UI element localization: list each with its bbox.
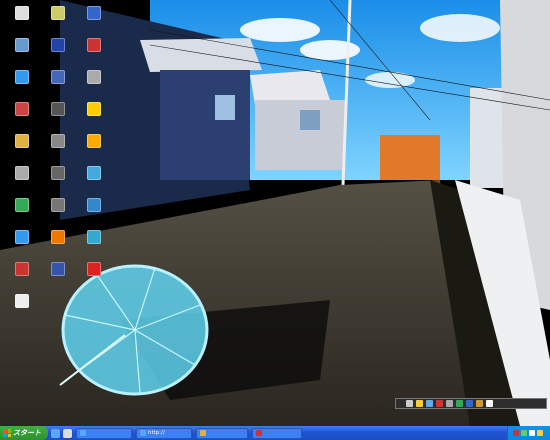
taskbar-button[interactable] bbox=[252, 427, 302, 439]
ie-icon bbox=[15, 230, 29, 244]
desktop-icon[interactable] bbox=[74, 134, 114, 168]
taskbar-button[interactable]: http:// bbox=[136, 427, 192, 439]
security-icon[interactable] bbox=[513, 430, 519, 436]
setup-icon bbox=[15, 102, 29, 116]
desktop-icon[interactable] bbox=[38, 230, 78, 264]
gear-icon bbox=[51, 134, 65, 148]
desktop-icon[interactable] bbox=[2, 262, 42, 296]
desktop-icon[interactable] bbox=[38, 6, 78, 40]
pdf-icon bbox=[15, 294, 29, 308]
app-icon bbox=[51, 70, 65, 84]
desktop-icon[interactable] bbox=[2, 198, 42, 232]
desktop-icon[interactable] bbox=[38, 262, 78, 296]
media-icon bbox=[87, 38, 101, 52]
app-icon bbox=[51, 166, 65, 180]
chat-icon[interactable] bbox=[426, 400, 433, 407]
app-icon bbox=[87, 230, 101, 244]
media-icon bbox=[256, 430, 262, 436]
desktop-icon[interactable] bbox=[74, 262, 114, 296]
ie-icon bbox=[140, 430, 146, 436]
bird-icon bbox=[87, 166, 101, 180]
media-icon bbox=[15, 198, 29, 212]
ie-icon[interactable] bbox=[51, 428, 60, 438]
sun-icon bbox=[87, 134, 101, 148]
acrobat-icon bbox=[51, 230, 65, 244]
flag-icon[interactable] bbox=[436, 400, 443, 407]
doc-icon[interactable] bbox=[406, 400, 413, 407]
desktop-icon[interactable] bbox=[74, 198, 114, 232]
desktop-toolbar bbox=[395, 398, 547, 409]
help-icon[interactable] bbox=[486, 400, 493, 407]
document-icon bbox=[51, 6, 65, 20]
desktop-icon[interactable] bbox=[74, 102, 114, 136]
desktop-icon[interactable] bbox=[74, 166, 114, 200]
taskbar: スタート http:// bbox=[0, 426, 550, 440]
desktop-icon[interactable] bbox=[38, 198, 78, 232]
taskbar-button[interactable] bbox=[196, 427, 248, 439]
top-left-icon bbox=[15, 6, 29, 20]
tool-icon bbox=[15, 166, 29, 180]
desktop-icon[interactable] bbox=[74, 230, 114, 264]
desktop-icon[interactable] bbox=[74, 70, 114, 104]
sun-icon bbox=[87, 102, 101, 116]
quick-launch bbox=[48, 428, 72, 438]
desktop-icon[interactable] bbox=[38, 102, 78, 136]
ie-icon bbox=[15, 70, 29, 84]
volume-icon[interactable] bbox=[529, 430, 535, 436]
desktop-icon[interactable] bbox=[74, 38, 114, 72]
star-icon[interactable] bbox=[416, 400, 423, 407]
desktop bbox=[0, 0, 550, 426]
taskbar-button[interactable] bbox=[76, 427, 132, 439]
app-icon[interactable] bbox=[476, 400, 483, 407]
folder-icon bbox=[15, 134, 29, 148]
desktop-icon[interactable] bbox=[2, 38, 42, 72]
app-icon[interactable] bbox=[466, 400, 473, 407]
folder-icon bbox=[200, 430, 206, 436]
tool-icon[interactable] bbox=[446, 400, 453, 407]
word-icon bbox=[51, 38, 65, 52]
desktop-icon[interactable] bbox=[2, 134, 42, 168]
desktop-icon[interactable] bbox=[38, 166, 78, 200]
desktop-icon[interactable] bbox=[38, 38, 78, 72]
globe-icon bbox=[87, 198, 101, 212]
desktop-icon[interactable] bbox=[2, 70, 42, 104]
windows-flag-icon bbox=[3, 429, 11, 437]
desktop-icon[interactable] bbox=[74, 6, 114, 40]
photoshop-icon bbox=[51, 262, 65, 276]
desktop-icon[interactable] bbox=[2, 102, 42, 136]
desktop-icon[interactable] bbox=[2, 166, 42, 200]
app-icon bbox=[51, 102, 65, 116]
app-icon[interactable] bbox=[537, 430, 543, 436]
pdf-icon bbox=[87, 262, 101, 276]
desktop-icon[interactable] bbox=[63, 428, 72, 438]
desktop-icon[interactable] bbox=[2, 6, 42, 40]
start-button[interactable]: スタート bbox=[0, 426, 48, 440]
task-list: http:// bbox=[72, 427, 302, 439]
internet-icon bbox=[15, 38, 29, 52]
desktop-icon[interactable] bbox=[2, 230, 42, 264]
app-icon bbox=[51, 198, 65, 212]
tool-icon bbox=[87, 70, 101, 84]
taskbar-button-label: http:// bbox=[148, 430, 165, 436]
desktop-icon[interactable] bbox=[38, 70, 78, 104]
app-icon bbox=[15, 262, 29, 276]
network-icon bbox=[87, 6, 101, 20]
start-label: スタート bbox=[13, 429, 41, 437]
desktop-icon[interactable] bbox=[38, 134, 78, 168]
ie-icon bbox=[80, 430, 86, 436]
desktop-icon[interactable] bbox=[2, 294, 42, 328]
app-icon[interactable] bbox=[456, 400, 463, 407]
system-tray bbox=[507, 426, 550, 440]
network-icon[interactable] bbox=[521, 430, 527, 436]
